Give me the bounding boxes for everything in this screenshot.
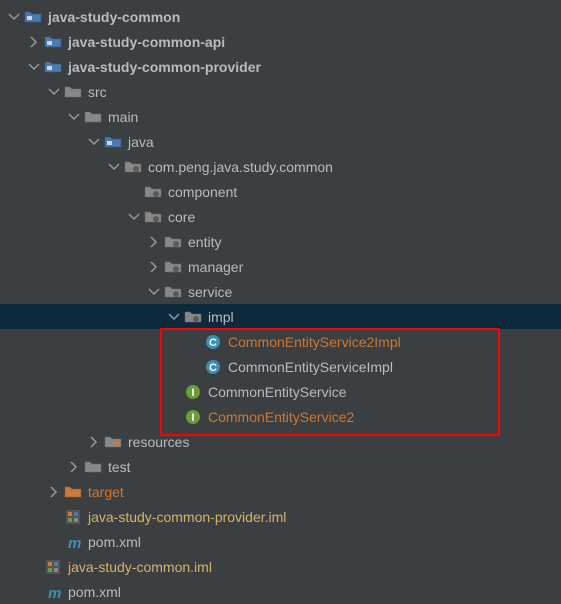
tree-label: component <box>168 184 237 200</box>
excluded-folder-icon <box>64 483 82 501</box>
chevron-down-icon[interactable] <box>106 161 122 173</box>
chevron-right-icon[interactable] <box>146 261 162 273</box>
tree-label: target <box>88 484 124 500</box>
tree-label: CommonEntityService <box>208 384 347 400</box>
tree-label: resources <box>128 434 189 450</box>
interface-icon <box>184 383 202 401</box>
chevron-right-icon[interactable] <box>66 461 82 473</box>
class-icon <box>204 333 222 351</box>
tree-label: CommonEntityServiceImpl <box>228 359 393 375</box>
tree-node-impl[interactable]: impl <box>0 304 561 329</box>
source-folder-icon <box>104 133 122 151</box>
tree-node-root-pom[interactable]: pom.xml <box>0 579 561 604</box>
folder-icon <box>84 458 102 476</box>
tree-node-provider-pom[interactable]: pom.xml <box>0 529 561 554</box>
package-icon <box>164 283 182 301</box>
chevron-down-icon[interactable] <box>146 286 162 298</box>
chevron-down-icon[interactable] <box>46 86 62 98</box>
tree-label: CommonEntityService2Impl <box>228 334 401 350</box>
module-folder-icon <box>44 58 62 76</box>
tree-node-root-iml[interactable]: java-study-common.iml <box>0 554 561 579</box>
chevron-right-icon[interactable] <box>146 236 162 248</box>
tree-label: java-study-common-provider <box>68 59 261 75</box>
tree-label: CommonEntityService2 <box>208 409 354 425</box>
iml-file-icon <box>44 558 62 576</box>
tree-node-provider[interactable]: java-study-common-provider <box>0 54 561 79</box>
tree-label: core <box>168 209 195 225</box>
package-icon <box>124 158 142 176</box>
tree-node-interface-service2[interactable]: CommonEntityService2 <box>0 404 561 429</box>
tree-label: manager <box>188 259 243 275</box>
chevron-down-icon[interactable] <box>86 136 102 148</box>
maven-file-icon <box>44 583 62 601</box>
tree-node-test[interactable]: test <box>0 454 561 479</box>
chevron-down-icon[interactable] <box>126 211 142 223</box>
tree-label: main <box>108 109 138 125</box>
tree-label: pom.xml <box>68 584 121 600</box>
tree-node-core[interactable]: core <box>0 204 561 229</box>
tree-node-interface-service[interactable]: CommonEntityService <box>0 379 561 404</box>
tree-label: entity <box>188 234 221 250</box>
package-icon <box>164 258 182 276</box>
tree-node-root[interactable]: java-study-common <box>0 4 561 29</box>
tree-node-main[interactable]: main <box>0 104 561 129</box>
tree-label: service <box>188 284 232 300</box>
maven-file-icon <box>64 533 82 551</box>
package-icon <box>164 233 182 251</box>
tree-node-component[interactable]: component <box>0 179 561 204</box>
package-icon <box>144 208 162 226</box>
tree-label: java <box>128 134 154 150</box>
interface-icon <box>184 408 202 426</box>
chevron-right-icon[interactable] <box>26 36 42 48</box>
tree-label: java-study-common-api <box>68 34 225 50</box>
folder-icon <box>84 108 102 126</box>
resources-folder-icon <box>104 433 122 451</box>
module-folder-icon <box>24 8 42 26</box>
chevron-down-icon[interactable] <box>26 61 42 73</box>
module-folder-icon <box>44 33 62 51</box>
tree-label: src <box>88 84 107 100</box>
tree-label: com.peng.java.study.common <box>148 159 333 175</box>
package-icon <box>184 308 202 326</box>
tree-node-class-service2impl[interactable]: CommonEntityService2Impl <box>0 329 561 354</box>
tree-node-target[interactable]: target <box>0 479 561 504</box>
class-icon <box>204 358 222 376</box>
tree-node-api[interactable]: java-study-common-api <box>0 29 561 54</box>
package-icon <box>144 183 162 201</box>
tree-node-provider-iml[interactable]: java-study-common-provider.iml <box>0 504 561 529</box>
tree-node-manager[interactable]: manager <box>0 254 561 279</box>
tree-label: java-study-common <box>48 9 180 25</box>
tree-label: java-study-common.iml <box>68 559 212 575</box>
tree-node-entity[interactable]: entity <box>0 229 561 254</box>
tree-node-service[interactable]: service <box>0 279 561 304</box>
tree-label: test <box>108 459 131 475</box>
iml-file-icon <box>64 508 82 526</box>
tree-label: impl <box>208 309 234 325</box>
chevron-down-icon[interactable] <box>6 11 22 23</box>
tree-node-class-serviceimpl[interactable]: CommonEntityServiceImpl <box>0 354 561 379</box>
tree-node-src[interactable]: src <box>0 79 561 104</box>
tree-node-java[interactable]: java <box>0 129 561 154</box>
chevron-down-icon[interactable] <box>66 111 82 123</box>
tree-label: pom.xml <box>88 534 141 550</box>
tree-node-resources[interactable]: resources <box>0 429 561 454</box>
folder-icon <box>64 83 82 101</box>
chevron-right-icon[interactable] <box>46 486 62 498</box>
chevron-right-icon[interactable] <box>86 436 102 448</box>
chevron-down-icon[interactable] <box>166 311 182 323</box>
tree-label: java-study-common-provider.iml <box>88 509 286 525</box>
tree-node-package[interactable]: com.peng.java.study.common <box>0 154 561 179</box>
